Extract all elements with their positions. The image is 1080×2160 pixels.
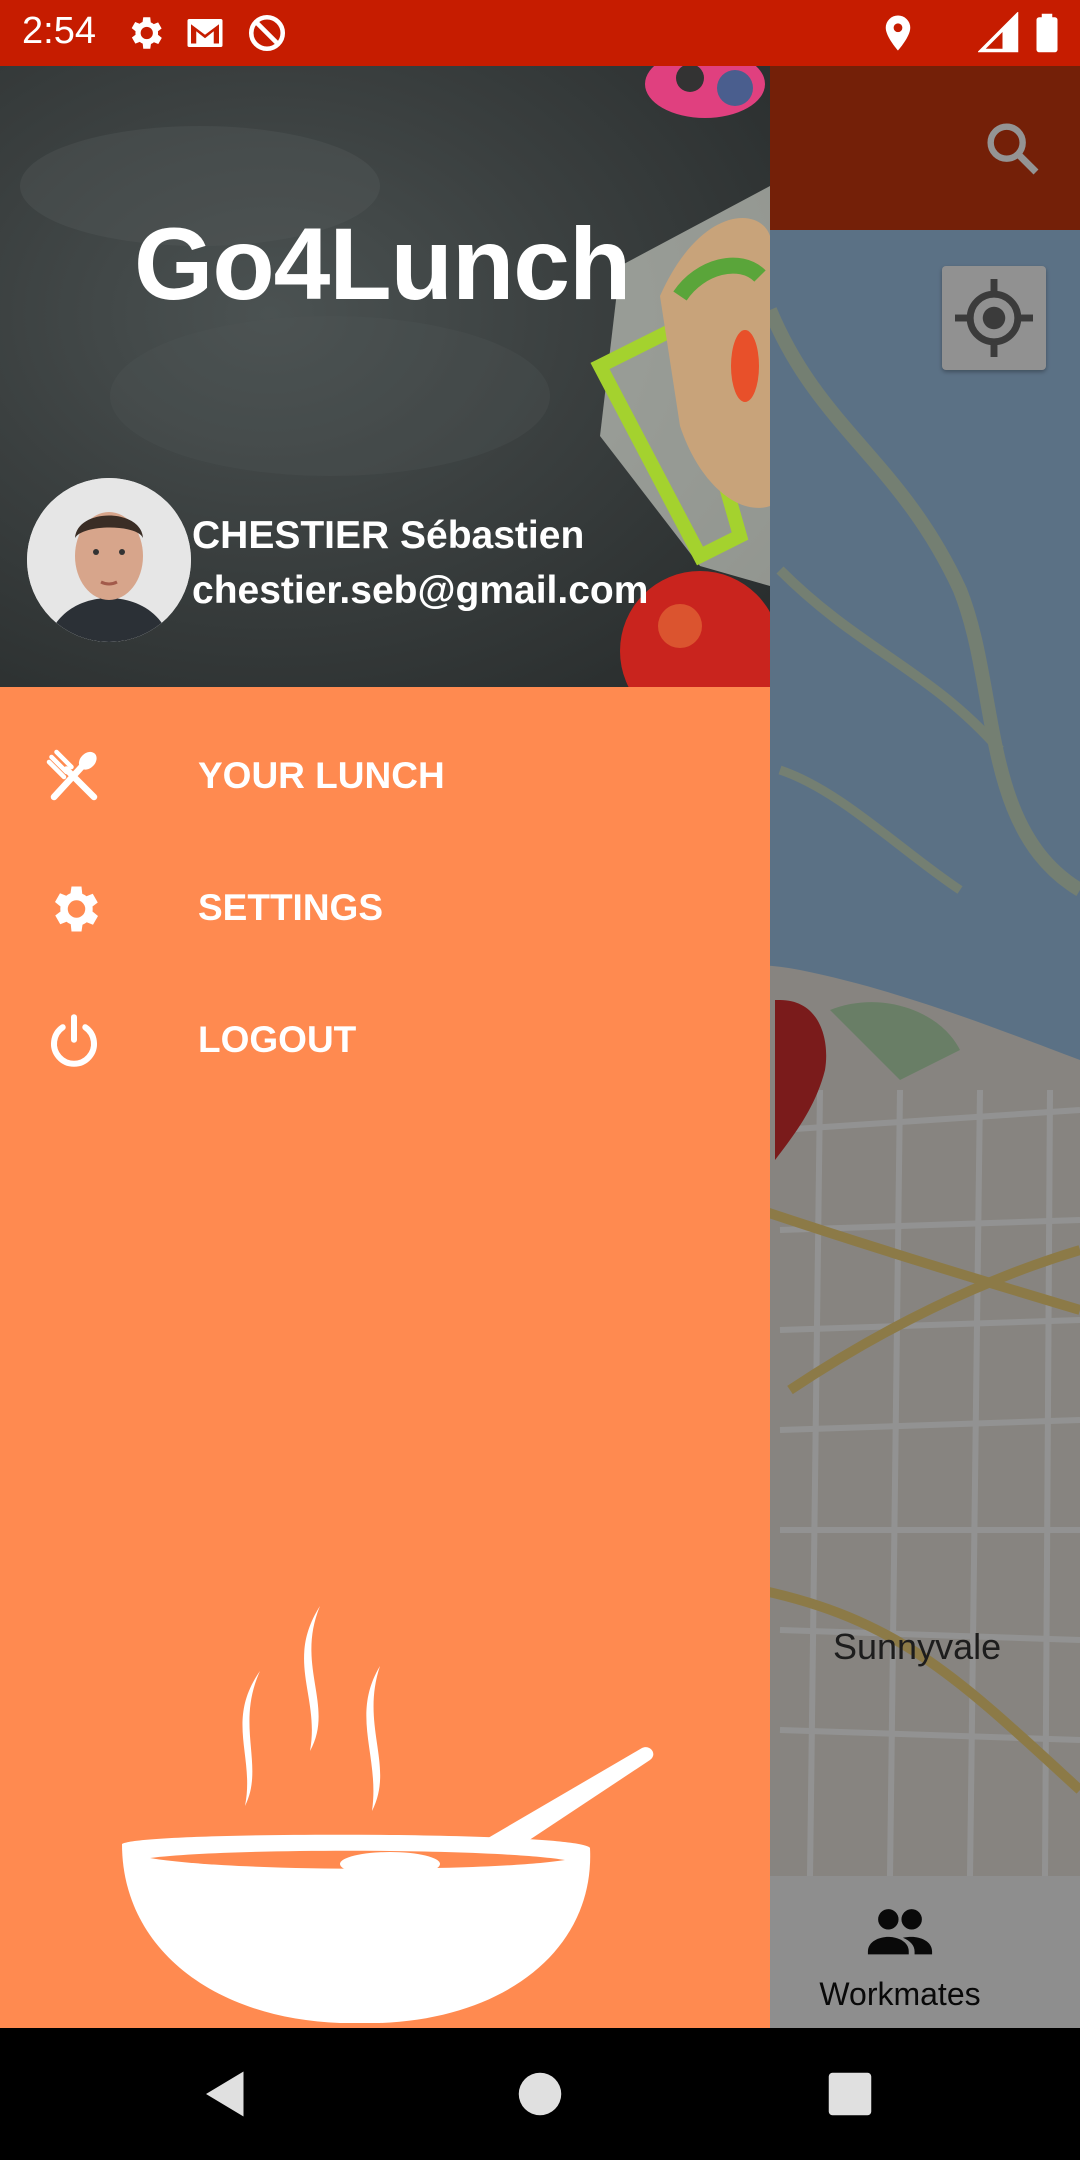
- back-icon[interactable]: [196, 2064, 256, 2124]
- status-bar: 2:54: [0, 0, 1080, 66]
- app-title: Go4Lunch: [134, 207, 631, 321]
- home-icon[interactable]: [510, 2064, 570, 2124]
- user-name: CHESTIER Sébastien: [192, 514, 585, 557]
- menu-label-logout: LOGOUT: [198, 1019, 357, 1060]
- user-email: chestier.seb@gmail.com: [192, 569, 649, 612]
- system-navigation-bar: [0, 2028, 1080, 2160]
- navigation-drawer: Go4Lunch CHESTIER Sébastien chestier.seb…: [0, 66, 770, 2028]
- battery-icon: [1036, 13, 1058, 53]
- menu-label-settings: SETTINGS: [198, 887, 384, 928]
- menu-label-your-lunch: YOUR LUNCH: [198, 755, 445, 796]
- power-icon: [51, 1014, 97, 1067]
- menu-item-settings[interactable]: SETTINGS: [0, 849, 770, 969]
- recents-icon[interactable]: [820, 2064, 880, 2124]
- soup-bowl-icon: [122, 1606, 654, 2023]
- avatar-photo: [27, 478, 191, 642]
- gear-icon: [55, 886, 99, 932]
- drawer-header: Go4Lunch CHESTIER Sébastien chestier.seb…: [0, 66, 770, 687]
- user-avatar: [27, 478, 191, 642]
- location-icon: [885, 15, 911, 51]
- gmail-icon: [187, 19, 223, 47]
- settings-icon: [131, 17, 162, 49]
- signal-icon: [978, 12, 1019, 53]
- fork-spoon-icon: [46, 749, 98, 801]
- menu-item-your-lunch[interactable]: YOUR LUNCH: [0, 717, 770, 837]
- do-not-disturb-icon: [248, 14, 286, 52]
- menu-item-logout[interactable]: LOGOUT: [0, 981, 770, 1101]
- status-time: 2:54: [22, 10, 96, 52]
